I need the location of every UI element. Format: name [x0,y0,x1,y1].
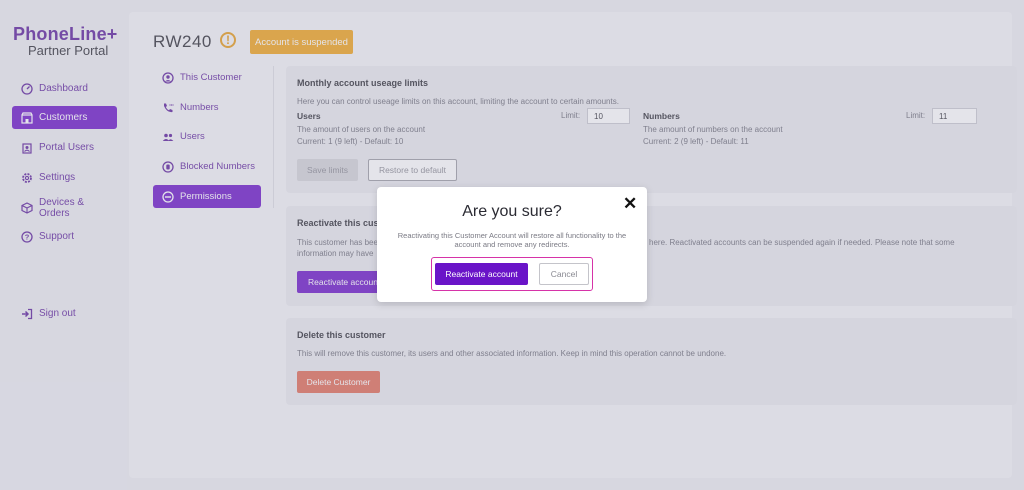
dialog-title: Are you sure? [462,203,562,220]
confirm-reactivate-button[interactable]: Reactivate account [435,263,528,285]
close-icon[interactable]: ✕ [623,194,637,214]
cancel-button[interactable]: Cancel [539,263,589,285]
dialog-message: Reactivating this Customer Account will … [397,231,627,249]
confirm-dialog: Are you sure? ✕ Reactivating this Custom… [377,187,647,302]
